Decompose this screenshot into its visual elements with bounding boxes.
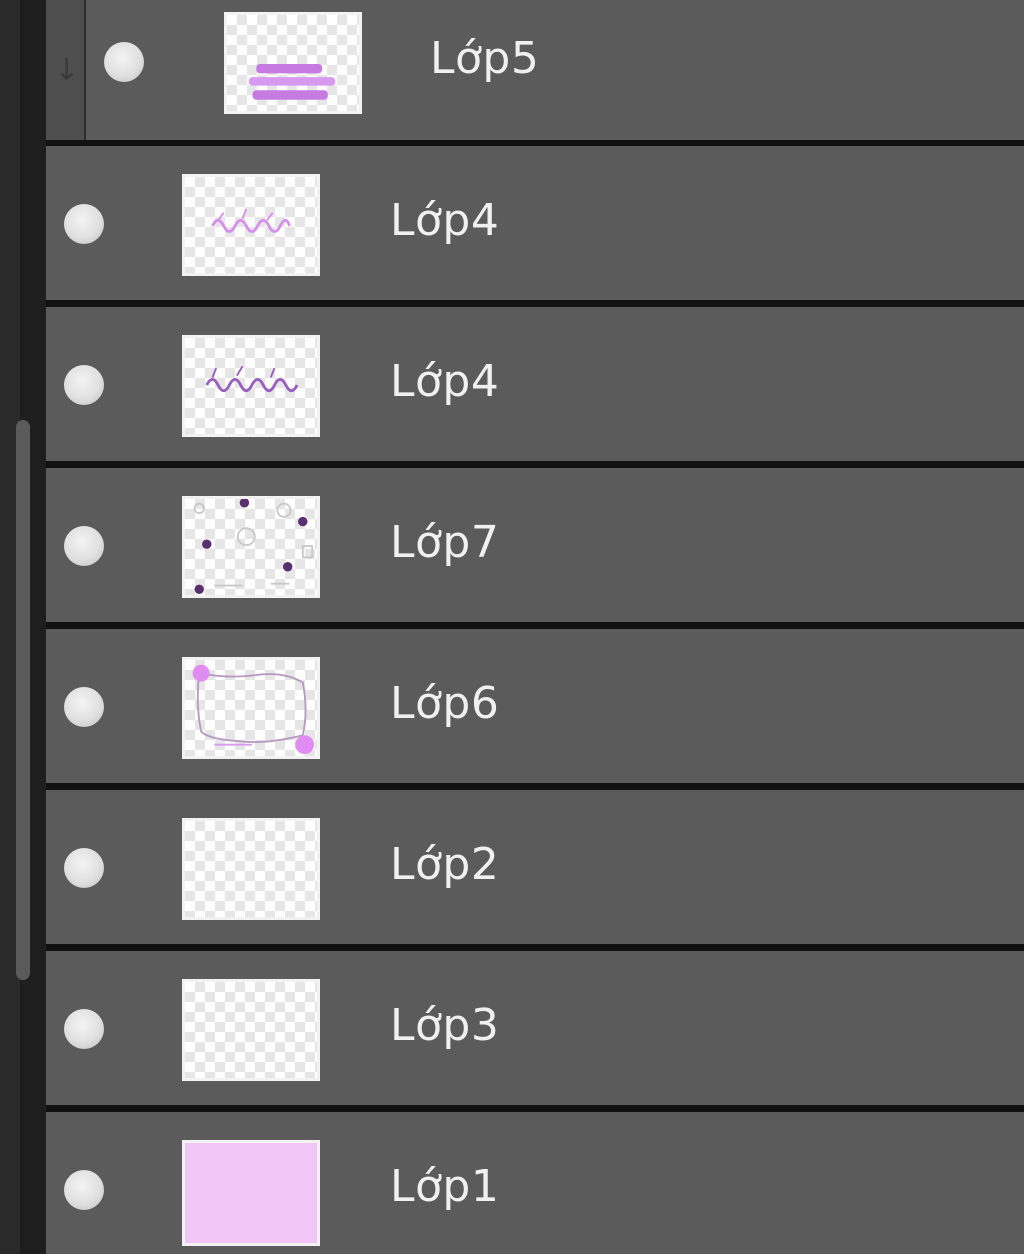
layer-name: Lớp6: [390, 678, 500, 729]
layer-thumbnail: [182, 174, 320, 276]
layer-row[interactable]: Lớp1: [46, 1112, 1024, 1254]
layer-thumbnail: [182, 496, 320, 598]
visibility-toggle-icon[interactable]: [64, 1009, 104, 1049]
visibility-toggle-icon[interactable]: [64, 687, 104, 727]
layer-thumbnail: [182, 657, 320, 759]
layer-row[interactable]: Lớp3: [46, 951, 1024, 1105]
layer-row[interactable]: Lớp2: [46, 790, 1024, 944]
layers-panel: ↓ Lớp5 Lớp4 Lớp4 Lớp7 Lớp6 Lớp2 Lớp3 Lớp…: [0, 0, 1024, 1254]
layer-row[interactable]: ↓ Lớp5: [46, 0, 1024, 140]
layer-row[interactable]: Lớp4: [46, 307, 1024, 461]
layer-thumbnail: [182, 1140, 320, 1246]
layer-thumbnail: [182, 979, 320, 1081]
layer-thumbnail: [182, 818, 320, 920]
visibility-toggle-icon[interactable]: [64, 848, 104, 888]
group-indent-rail: ↓: [46, 0, 86, 140]
visibility-toggle-icon[interactable]: [64, 1170, 104, 1210]
layer-row[interactable]: Lớp4: [46, 146, 1024, 300]
layer-name: Lớp4: [390, 195, 500, 246]
layer-name: Lớp5: [430, 33, 540, 84]
layer-name: Lớp4: [390, 356, 500, 407]
visibility-toggle-icon[interactable]: [64, 204, 104, 244]
scrollbar[interactable]: [16, 420, 30, 980]
layer-list: ↓ Lớp5 Lớp4 Lớp4 Lớp7 Lớp6 Lớp2 Lớp3 Lớp…: [46, 0, 1024, 1254]
layer-row[interactable]: Lớp7: [46, 468, 1024, 622]
layer-row[interactable]: Lớp6: [46, 629, 1024, 783]
layer-name: Lớp3: [390, 1000, 500, 1051]
layer-thumbnail: [182, 335, 320, 437]
layer-thumbnail: [224, 12, 362, 114]
layer-name: Lớp1: [390, 1161, 500, 1212]
layer-name: Lớp7: [390, 517, 500, 568]
scroll-track: [16, 0, 46, 1254]
visibility-toggle-icon[interactable]: [64, 365, 104, 405]
visibility-toggle-icon[interactable]: [64, 526, 104, 566]
layer-name: Lớp2: [390, 839, 500, 890]
clip-arrow-icon: ↓: [54, 53, 80, 88]
visibility-toggle-icon[interactable]: [104, 42, 144, 82]
